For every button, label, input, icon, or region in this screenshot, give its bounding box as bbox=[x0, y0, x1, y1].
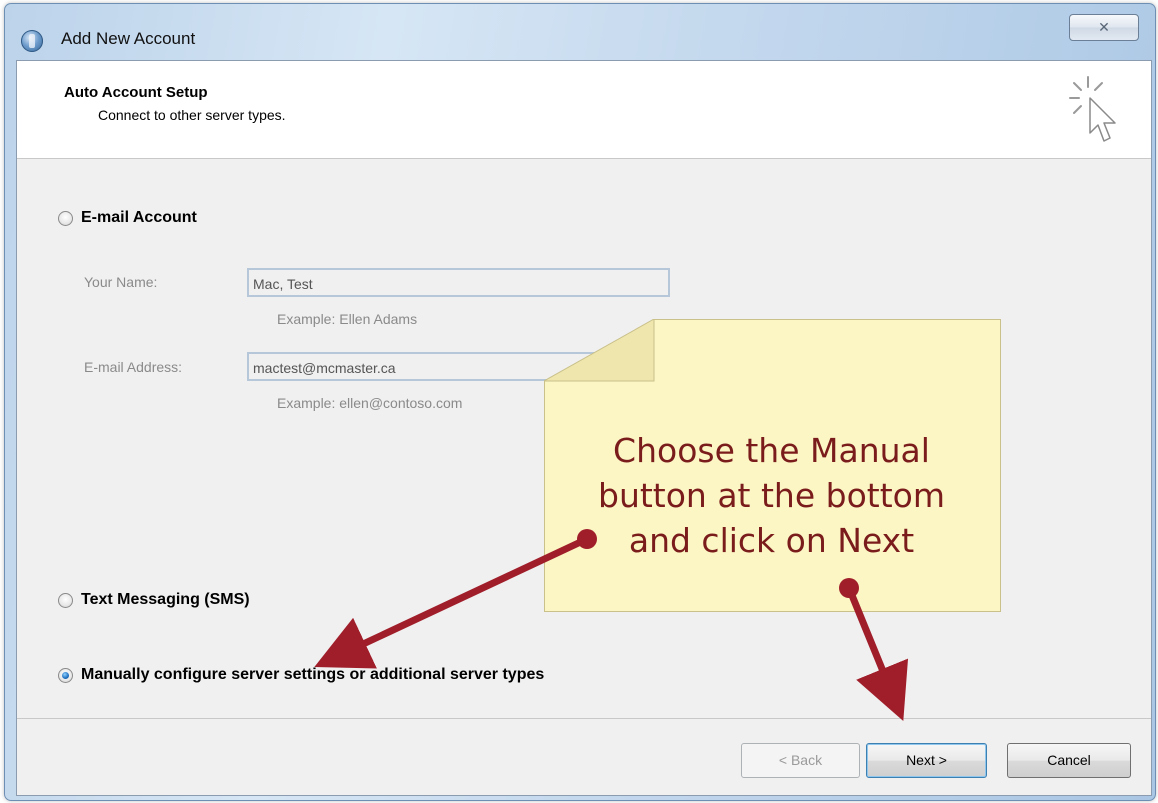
email-account-label: E-mail Account bbox=[81, 209, 197, 226]
page-subtitle: Connect to other server types. bbox=[98, 107, 286, 123]
next-button[interactable]: Next > bbox=[866, 743, 987, 778]
email-account-radio[interactable] bbox=[58, 210, 73, 226]
your-name-label: Your Name: bbox=[84, 274, 158, 290]
callout-fold bbox=[544, 319, 655, 382]
email-address-label: E-mail Address: bbox=[84, 359, 183, 375]
title-bar[interactable]: Add New Account ✕ bbox=[5, 4, 1155, 59]
manual-config-option[interactable]: Manually configure server settings or ad… bbox=[58, 666, 544, 684]
close-button[interactable]: ✕ bbox=[1069, 14, 1139, 41]
sms-radio[interactable] bbox=[58, 592, 73, 608]
manual-config-label: Manually configure server settings or ad… bbox=[81, 666, 545, 683]
cursor-sparkle-icon bbox=[1069, 76, 1116, 142]
close-icon: ✕ bbox=[1098, 19, 1110, 35]
callout-text: Choose the Manual button at the bottom a… bbox=[544, 428, 999, 563]
sms-label: Text Messaging (SMS) bbox=[81, 591, 250, 608]
your-name-example: Example: Ellen Adams bbox=[277, 311, 418, 327]
wizard-header: Auto Account Setup Connect to other serv… bbox=[17, 61, 1151, 159]
callout-line: button at the bottom bbox=[598, 476, 945, 515]
callout-line: Choose the Manual bbox=[613, 431, 930, 470]
outlook-globe-icon bbox=[21, 30, 43, 52]
sms-option[interactable]: Text Messaging (SMS) bbox=[58, 591, 250, 609]
page-title: Auto Account Setup bbox=[64, 84, 208, 101]
cancel-button[interactable]: Cancel bbox=[1007, 743, 1131, 778]
email-account-option[interactable]: E-mail Account bbox=[58, 209, 197, 227]
window-title: Add New Account bbox=[61, 29, 196, 48]
callout-line: and click on Next bbox=[628, 521, 915, 560]
footer-divider bbox=[17, 718, 1151, 719]
back-button[interactable]: < Back bbox=[741, 743, 860, 778]
manual-config-radio[interactable] bbox=[58, 667, 73, 683]
your-name-field[interactable]: Mac, Test bbox=[247, 268, 670, 297]
email-address-example: Example: ellen@contoso.com bbox=[277, 395, 463, 411]
